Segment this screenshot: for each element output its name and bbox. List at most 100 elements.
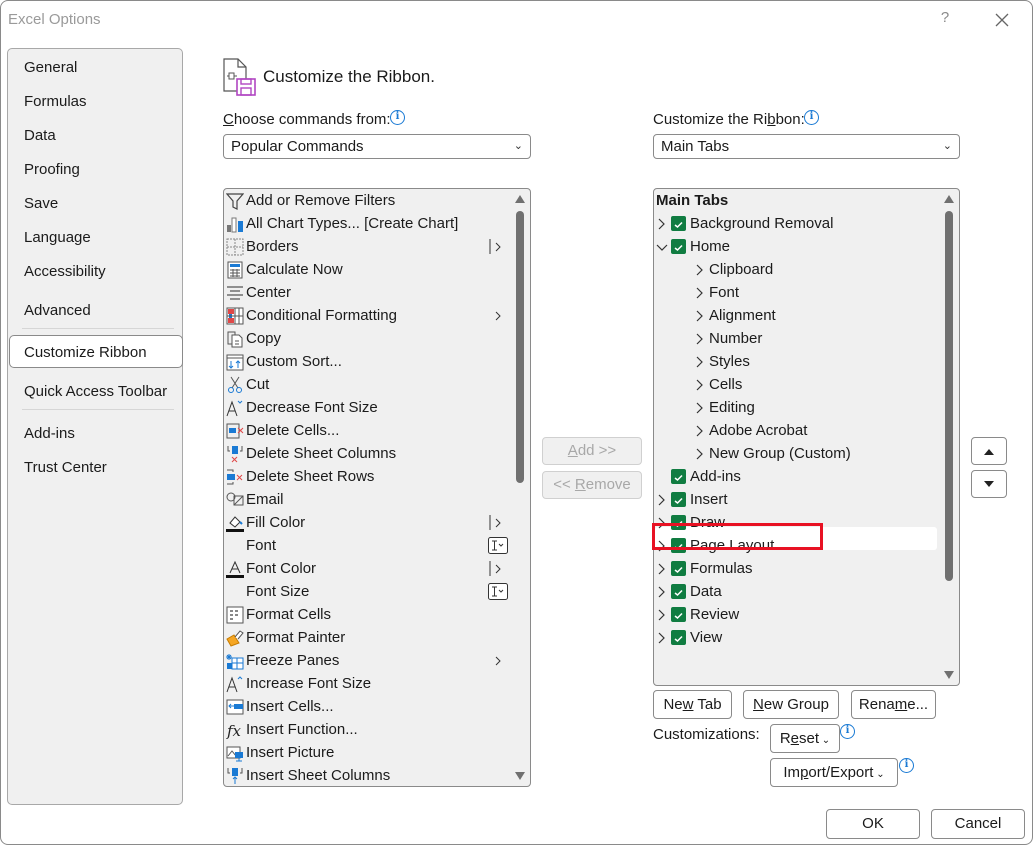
checkbox[interactable] — [671, 630, 686, 645]
tree-item-cells[interactable]: Cells — [654, 373, 938, 396]
chevron-right-icon[interactable] — [656, 212, 668, 235]
checkbox[interactable] — [671, 584, 686, 599]
scroll-up-icon[interactable] — [944, 195, 954, 203]
scroll-up-icon[interactable] — [515, 195, 525, 203]
sidebar-item-general[interactable]: General — [24, 59, 77, 76]
tree-item-view[interactable]: View — [654, 626, 938, 649]
chevron-right-icon[interactable] — [694, 281, 706, 304]
chevron-right-icon[interactable] — [694, 304, 706, 327]
tree-item-home[interactable]: Home — [654, 235, 938, 258]
command-list-item[interactable]: Font Color — [224, 557, 512, 580]
import-export-dropdown-button[interactable]: Import/Export ⌄ — [770, 758, 898, 787]
command-list-item[interactable]: Font — [224, 534, 512, 557]
command-list-item[interactable]: Decrease Font Size — [224, 396, 512, 419]
sidebar-item-quick-access-toolbar[interactable]: Quick Access Toolbar — [24, 383, 167, 400]
sidebar-item-formulas[interactable]: Formulas — [24, 93, 87, 110]
add-button[interactable]: Add >> — [542, 437, 642, 465]
tree-item-review[interactable]: Review — [654, 603, 938, 626]
chevron-right-icon[interactable] — [694, 350, 706, 373]
command-list-item[interactable]: Insert Cells... — [224, 695, 512, 718]
tree-item-add-ins[interactable]: Add-ins — [654, 465, 938, 488]
chevron-right-icon[interactable] — [694, 327, 706, 350]
new-tab-button[interactable]: New Tab — [653, 690, 732, 719]
command-list-item[interactable]: Email — [224, 488, 512, 511]
tree-item-number[interactable]: Number — [654, 327, 938, 350]
command-list-item[interactable]: Format Cells — [224, 603, 512, 626]
chevron-right-icon[interactable] — [694, 396, 706, 419]
command-list-item[interactable]: Delete Sheet Columns — [224, 442, 512, 465]
command-list-item[interactable]: Borders — [224, 235, 512, 258]
command-list-item[interactable]: Delete Cells... — [224, 419, 512, 442]
commands-list[interactable]: Add or Remove Filters All Chart Types... … — [223, 188, 531, 787]
chevron-down-icon[interactable] — [656, 235, 668, 258]
sidebar-item-data[interactable]: Data — [24, 127, 56, 144]
command-list-item[interactable]: Custom Sort... — [224, 350, 512, 373]
chevron-right-icon[interactable] — [656, 626, 668, 649]
commands-scrollbar[interactable] — [513, 189, 527, 786]
choose-commands-dropdown[interactable]: Popular Commands ⌄ — [223, 134, 531, 159]
command-list-item[interactable]: Increase Font Size — [224, 672, 512, 695]
checkbox[interactable] — [671, 561, 686, 576]
scrollbar-thumb[interactable] — [945, 211, 953, 581]
chevron-right-icon[interactable] — [656, 603, 668, 626]
sidebar-item-save[interactable]: Save — [24, 195, 58, 212]
command-list-item[interactable]: fx Insert Function... — [224, 718, 512, 741]
tree-item-new-group-custom[interactable]: New Group (Custom) — [654, 442, 938, 465]
scroll-down-icon[interactable] — [515, 772, 525, 780]
scroll-down-icon[interactable] — [944, 671, 954, 679]
tree-item-background-removal[interactable]: Background Removal — [654, 212, 938, 235]
cancel-button[interactable]: Cancel — [931, 809, 1025, 839]
checkbox[interactable] — [671, 607, 686, 622]
chevron-right-icon[interactable] — [694, 373, 706, 396]
tree-item-insert[interactable]: Insert — [654, 488, 938, 511]
tree-item-font[interactable]: Font — [654, 281, 938, 304]
sidebar-item-accessibility[interactable]: Accessibility — [24, 263, 106, 280]
chevron-right-icon[interactable] — [694, 258, 706, 281]
command-list-item[interactable]: Copy — [224, 327, 512, 350]
command-list-item[interactable]: Center — [224, 281, 512, 304]
customize-ribbon-dropdown[interactable]: Main Tabs ⌄ — [653, 134, 960, 159]
ok-button[interactable]: OK — [826, 809, 920, 839]
sidebar-item-advanced[interactable]: Advanced — [24, 302, 91, 319]
tree-item-data[interactable]: Data — [654, 580, 938, 603]
sidebar-item-add-ins[interactable]: Add-ins — [24, 425, 75, 442]
close-button[interactable] — [989, 7, 1015, 33]
tree-item-formulas[interactable]: Formulas — [654, 557, 938, 580]
chevron-right-icon[interactable] — [694, 442, 706, 465]
command-list-item[interactable]: Calculate Now — [224, 258, 512, 281]
checkbox[interactable] — [671, 469, 686, 484]
command-list-item[interactable]: All Chart Types... [Create Chart] — [224, 212, 512, 235]
tree-item-styles[interactable]: Styles — [654, 350, 938, 373]
rename-button[interactable]: Rename... — [851, 690, 936, 719]
command-list-item[interactable]: Font Size — [224, 580, 512, 603]
command-list-item[interactable]: Format Painter — [224, 626, 512, 649]
remove-button[interactable]: << Remove — [542, 471, 642, 499]
chevron-right-icon[interactable] — [656, 557, 668, 580]
scrollbar-thumb[interactable] — [516, 211, 524, 483]
tree-scrollbar[interactable] — [942, 189, 956, 685]
command-list-item[interactable]: Delete Sheet Rows — [224, 465, 512, 488]
move-down-button[interactable] — [971, 470, 1007, 498]
chevron-right-icon[interactable] — [656, 488, 668, 511]
checkbox[interactable] — [671, 492, 686, 507]
chevron-right-icon[interactable] — [656, 580, 668, 603]
sidebar-item-language[interactable]: Language — [24, 229, 91, 246]
command-list-item[interactable]: Freeze Panes — [224, 649, 512, 672]
reset-dropdown-button[interactable]: Reset ⌄ — [770, 724, 840, 753]
command-list-item[interactable]: Insert Sheet Columns — [224, 764, 512, 786]
sidebar-item-trust-center[interactable]: Trust Center — [24, 459, 107, 476]
help-button[interactable]: ? — [935, 9, 955, 31]
ribbon-tabs-tree[interactable]: Main Tabs Background Removal Home Clipboar… — [653, 188, 960, 686]
tree-item-alignment[interactable]: Alignment — [654, 304, 938, 327]
tree-item-clipboard[interactable]: Clipboard — [654, 258, 938, 281]
sidebar-item-proofing[interactable]: Proofing — [24, 161, 80, 178]
command-list-item[interactable]: Conditional Formatting — [224, 304, 512, 327]
command-list-item[interactable]: Add or Remove Filters — [224, 189, 512, 212]
info-icon[interactable]: i — [840, 724, 855, 739]
command-list-item[interactable]: Fill Color — [224, 511, 512, 534]
move-up-button[interactable] — [971, 437, 1007, 465]
info-icon[interactable]: i — [804, 110, 819, 125]
new-group-button[interactable]: New Group — [743, 690, 839, 719]
command-list-item[interactable]: Insert Picture — [224, 741, 512, 764]
chevron-right-icon[interactable] — [694, 419, 706, 442]
